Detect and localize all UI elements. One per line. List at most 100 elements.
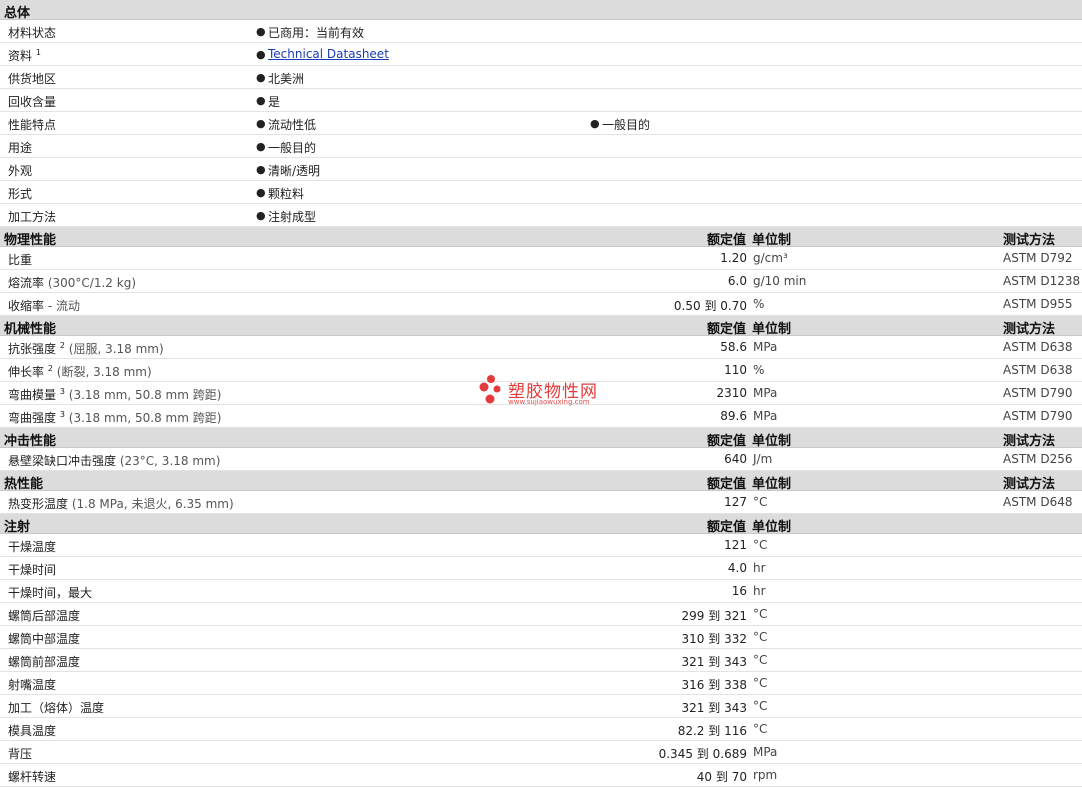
property-value: 640 xyxy=(724,452,747,466)
property-unit: MPa xyxy=(753,745,778,759)
property-unit: °C xyxy=(753,607,768,621)
range-high: 343 xyxy=(724,655,747,669)
bullet-icon: ● xyxy=(256,209,266,222)
property-value: 110 xyxy=(724,363,747,377)
nominal-value: 1.20 xyxy=(720,251,747,265)
row-value-item: 清晰/透明 xyxy=(268,164,321,178)
property-row: 模具温度 82.2 到 116 °C xyxy=(0,718,1082,741)
property-value: 321 到 343 xyxy=(682,653,747,670)
row-label-text: 加工方法 xyxy=(8,210,57,224)
property-label: 弯曲模量 3 (3.18 mm, 50.8 mm 跨距) xyxy=(8,386,221,403)
property-condition: (300°C/1.2 kg) xyxy=(47,276,136,290)
row-label: 回收含量 xyxy=(8,93,56,110)
property-row: 射嘴温度 316 到 338 °C xyxy=(0,672,1082,695)
row-value-item: 是 xyxy=(268,95,281,109)
property-value: 1.20 xyxy=(720,251,747,265)
row-value-item: 颗粒料 xyxy=(268,187,305,201)
row-label: 材料状态 xyxy=(8,24,56,41)
general-row: 用途 ● 一般目的 xyxy=(0,135,1082,158)
section-header-general: 总体 xyxy=(0,0,1082,21)
nominal-value: 121 xyxy=(724,538,747,552)
property-row: 螺筒前部温度 321 到 343 °C xyxy=(0,649,1082,672)
test-method: ASTM D790 xyxy=(1003,409,1073,423)
range-high: 116 xyxy=(724,724,747,738)
property-label: 干燥温度 xyxy=(8,538,56,555)
property-unit: MPa xyxy=(753,386,778,400)
range-low: 0.345 xyxy=(658,747,693,761)
property-name: 伸长率 xyxy=(8,365,45,379)
row-label-text: 材料状态 xyxy=(8,26,57,40)
property-value: 6.0 xyxy=(728,274,747,288)
property-label: 螺杆转速 xyxy=(8,768,56,785)
range-high: 338 xyxy=(724,678,747,692)
bullet-icon: ● xyxy=(256,48,266,61)
property-unit: °C xyxy=(753,495,768,509)
property-label: 悬壁梁缺口冲击强度 (23°C, 3.18 mm) xyxy=(8,452,220,469)
bullet-icon: ● xyxy=(256,140,266,153)
row-value-item: 一般目的 xyxy=(602,118,651,132)
property-name: 加工（熔体）温度 xyxy=(8,701,105,715)
property-row: 干燥温度 121 °C xyxy=(0,534,1082,557)
section-header: 物理性能 额定值 单位制 测试方法 xyxy=(0,227,1082,248)
property-unit: °C xyxy=(753,676,768,690)
footnote-marker: 1 xyxy=(35,48,41,57)
property-unit: hr xyxy=(753,584,766,598)
range-word: 到 xyxy=(696,747,709,761)
nominal-header: 额定值 xyxy=(706,477,746,492)
property-name: 弯曲强度 xyxy=(8,411,57,425)
section-title: 热性能 xyxy=(4,477,44,492)
property-name: 螺筒后部温度 xyxy=(8,609,81,623)
test-method: ASTM D955 xyxy=(1003,297,1073,311)
property-row: 干燥时间 4.0 hr xyxy=(0,557,1082,580)
property-unit: J/m xyxy=(753,452,773,466)
unit-header: 单位制 xyxy=(752,477,792,492)
property-row: 抗张强度 2 (屈服, 3.18 mm) 58.6 MPa ASTM D638 xyxy=(0,336,1082,359)
property-name: 热变形温度 xyxy=(8,497,69,511)
property-value: 40 到 70 xyxy=(697,768,747,785)
property-unit: MPa xyxy=(753,340,778,354)
test-method-header: 测试方法 xyxy=(1003,322,1056,337)
property-unit: g/10 min xyxy=(753,274,807,288)
section-title: 总体 xyxy=(4,6,31,21)
footnote-marker: 3 xyxy=(59,410,65,419)
bullet-icon: ● xyxy=(256,163,266,176)
property-row: 干燥时间，最大 16 hr xyxy=(0,580,1082,603)
general-row: 材料状态 ● 已商用：当前有效 xyxy=(0,20,1082,43)
nominal-header: 额定值 xyxy=(706,322,746,337)
property-name: 悬壁梁缺口冲击强度 xyxy=(8,454,117,468)
range-high: 343 xyxy=(724,701,747,715)
footnote-marker: 2 xyxy=(47,364,53,373)
property-value: 16 xyxy=(732,584,747,598)
property-condition: (断裂, 3.18 mm) xyxy=(56,365,152,379)
property-condition: (1.8 MPa, 未退火, 6.35 mm) xyxy=(71,497,234,511)
general-row: 外观 ● 清晰/透明 xyxy=(0,158,1082,181)
nominal-value: 127 xyxy=(724,495,747,509)
property-unit: MPa xyxy=(753,409,778,423)
section-title: 注射 xyxy=(4,520,31,535)
property-row: 热变形温度 (1.8 MPa, 未退火, 6.35 mm) 127 °C ASTM D… xyxy=(0,491,1082,514)
property-label: 射嘴温度 xyxy=(8,676,56,693)
technical-datasheet-link[interactable]: Technical Datasheet xyxy=(268,47,389,61)
row-value-item: 一般目的 xyxy=(268,141,317,155)
property-name: 熔流率 xyxy=(8,276,45,290)
range-high: 332 xyxy=(724,632,747,646)
property-unit: % xyxy=(753,363,765,377)
range-low: 321 xyxy=(681,701,705,715)
property-label: 收缩率 - 流动 xyxy=(8,297,80,314)
property-name: 螺筒中部温度 xyxy=(8,632,81,646)
property-name: 背压 xyxy=(8,747,33,761)
property-condition: - 流动 xyxy=(47,299,80,313)
property-label: 模具温度 xyxy=(8,722,56,739)
row-label-text: 资料 xyxy=(8,49,33,63)
property-unit: % xyxy=(753,297,765,311)
property-unit: rpm xyxy=(753,768,778,782)
footnote-marker: 3 xyxy=(59,387,65,396)
nominal-value: 89.6 xyxy=(720,409,747,423)
bullet-icon: ● xyxy=(256,25,266,38)
row-value-item: 北美洲 xyxy=(268,72,305,86)
row-label-text: 形式 xyxy=(8,187,33,201)
row-label: 供货地区 xyxy=(8,70,56,87)
range-low: 310 xyxy=(681,632,705,646)
property-value: 89.6 xyxy=(720,409,747,423)
range-word: 到 xyxy=(708,609,721,623)
